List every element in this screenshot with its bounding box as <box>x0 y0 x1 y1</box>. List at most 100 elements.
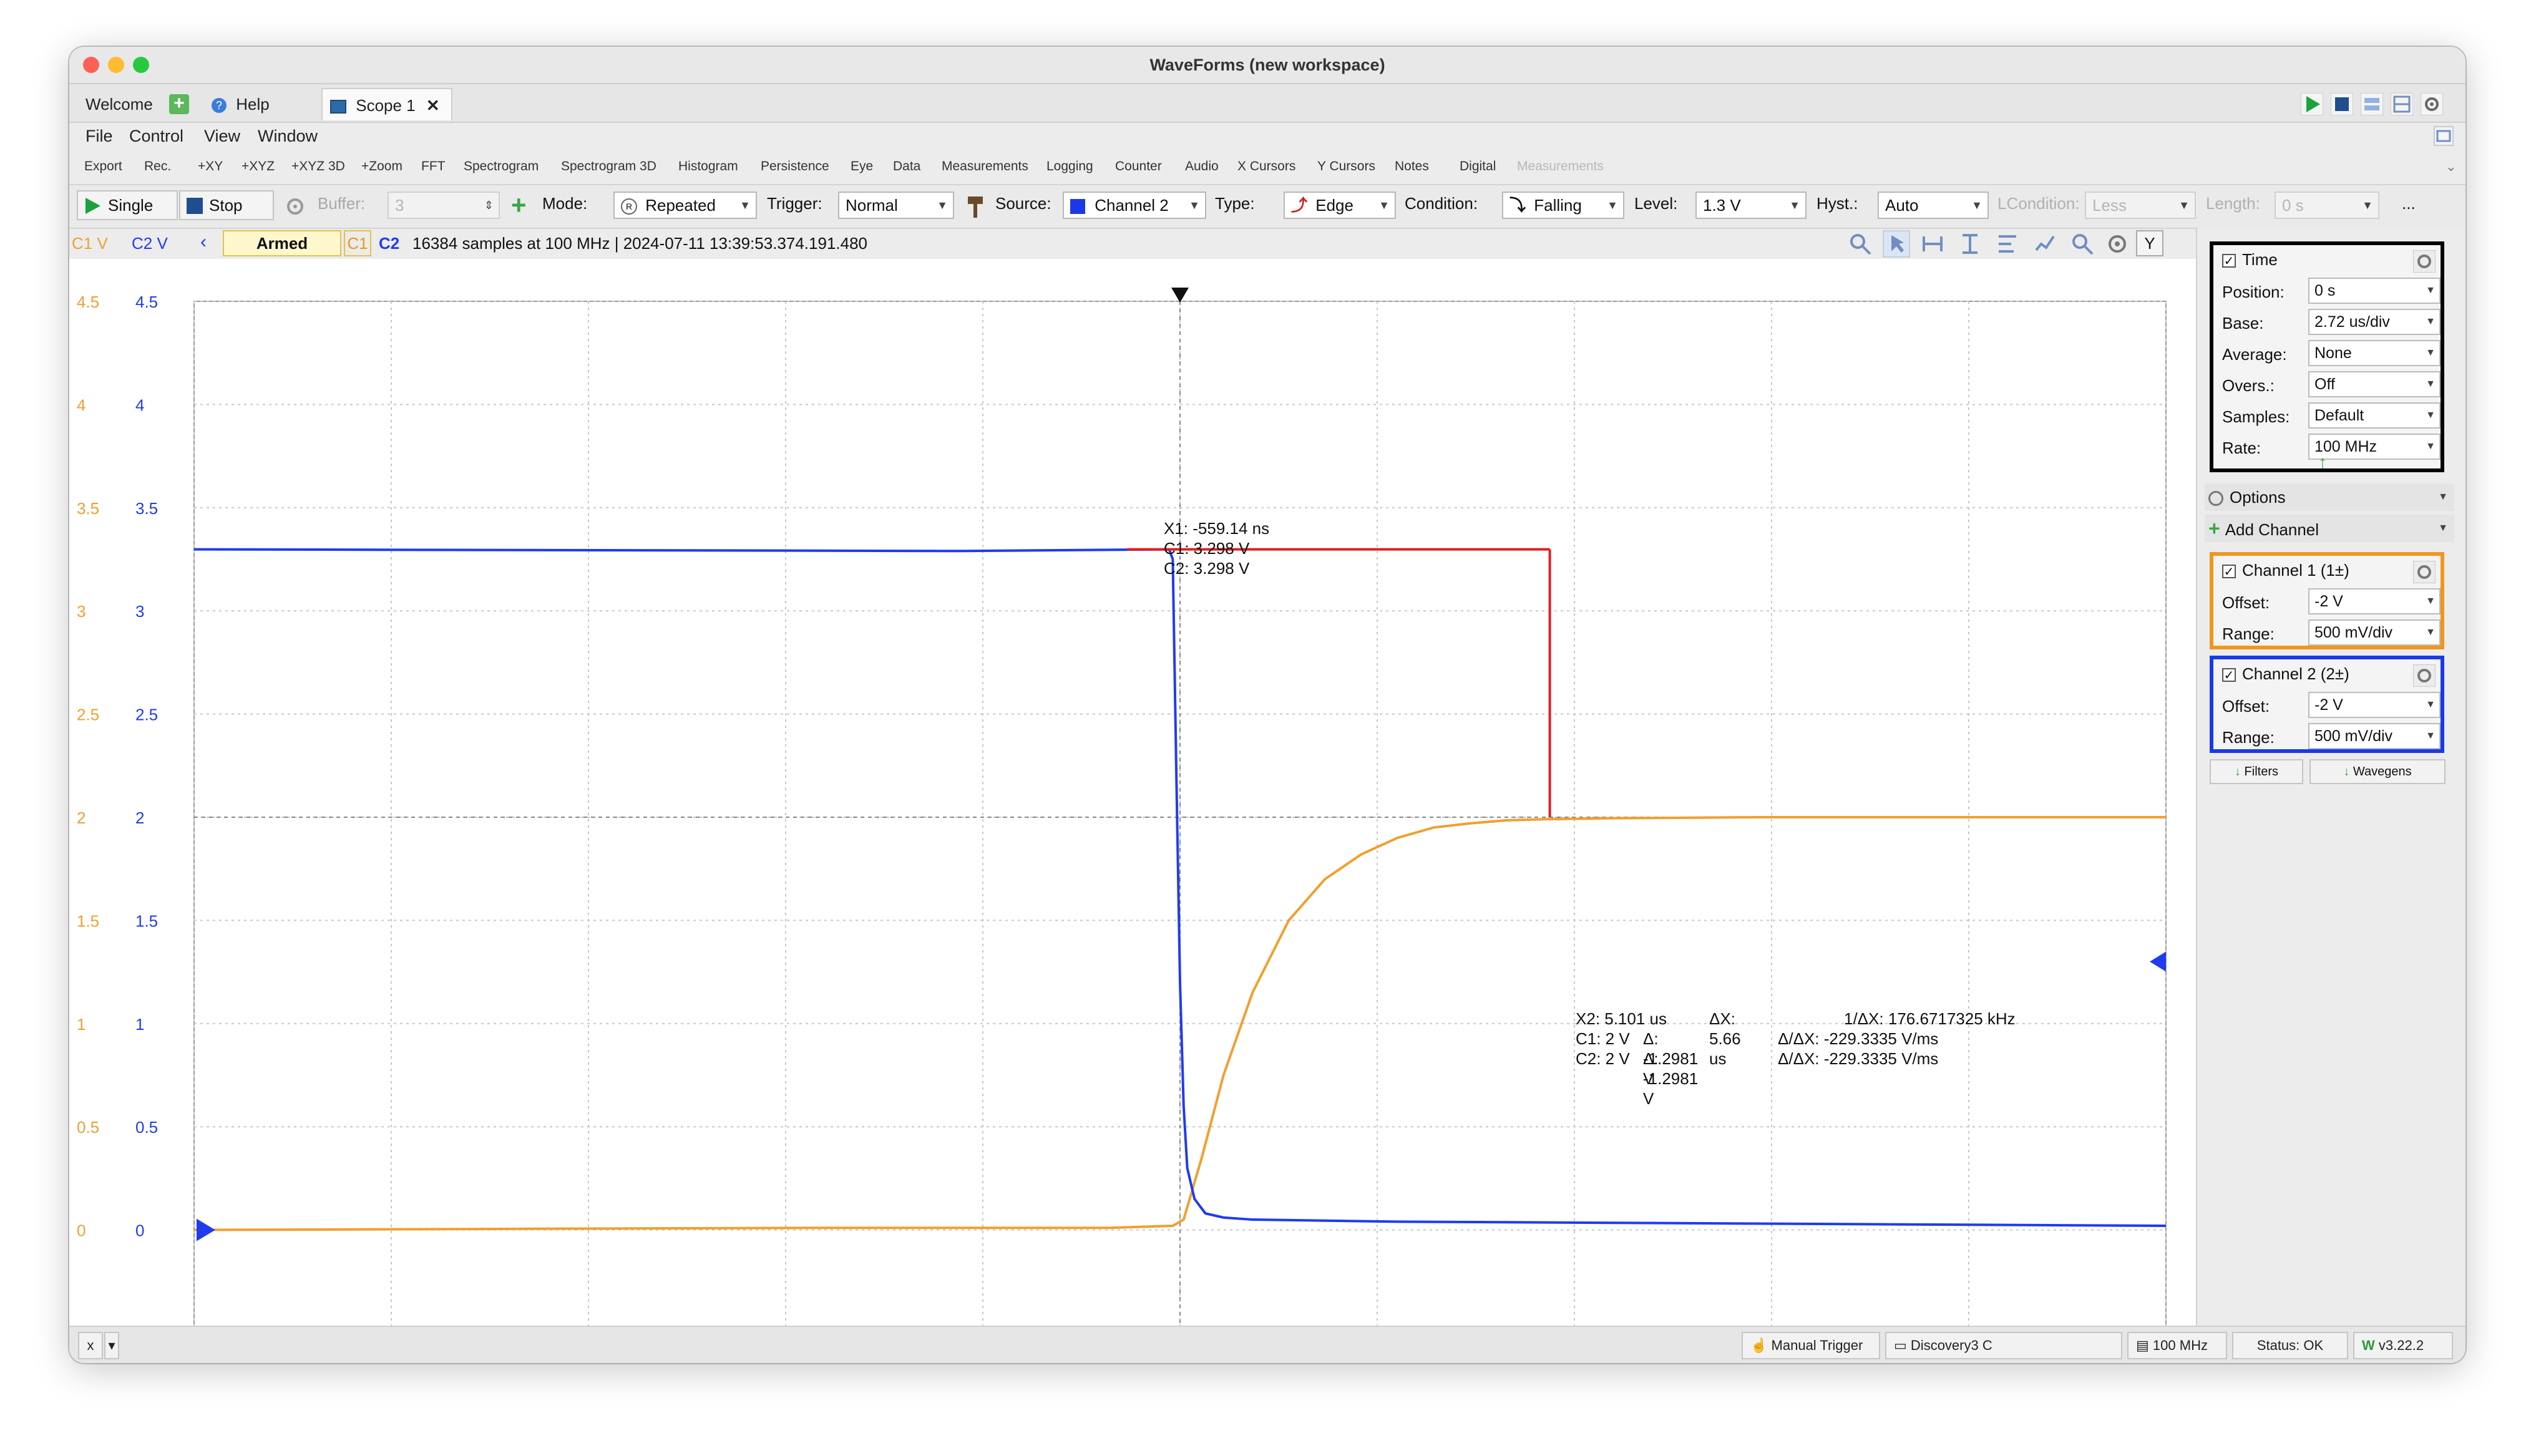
filters-button[interactable]: ↓ Filters <box>2210 759 2303 784</box>
c2-y-tick-label: 1.5 <box>135 911 158 930</box>
tool-notes[interactable]: Notes <box>1395 159 1429 174</box>
wavegens-button[interactable]: ↓ Wavegens <box>2309 759 2446 784</box>
tab-welcome[interactable]: Welcome + <box>78 88 198 120</box>
trigger-hammer-icon[interactable] <box>964 194 987 219</box>
pointer-tool-icon[interactable] <box>1883 230 1910 258</box>
channel-2-gear-icon[interactable] <box>2413 664 2436 687</box>
level-dropdown[interactable]: 1.3 V ▼ <box>1695 192 1807 219</box>
time-title: Time <box>2242 250 2278 269</box>
buffer-stepper-icon[interactable]: ⇕ <box>484 193 494 218</box>
tool-digital[interactable]: Digital <box>1460 159 1496 174</box>
tool-xy[interactable]: +XY <box>198 159 223 174</box>
channel-1-checkbox[interactable]: ✓ <box>2222 565 2236 579</box>
collapse-up-arrow-icon[interactable]: ↑ <box>2318 452 2327 472</box>
tool-y-cursors[interactable]: Y Cursors <box>1317 159 1375 174</box>
settings-gear-icon[interactable] <box>2420 92 2444 116</box>
source-label: Source: <box>995 194 1051 213</box>
tool-fft[interactable]: FFT <box>421 159 445 174</box>
menu-control[interactable]: Control <box>129 127 183 146</box>
samples-field[interactable]: Default ▼ <box>2308 402 2441 429</box>
single-button[interactable]: Single <box>77 190 178 220</box>
ch2-range-field[interactable]: 500 mV/div ▼ <box>2308 723 2441 749</box>
plot-settings-icon[interactable] <box>2105 231 2130 256</box>
status-indicator[interactable]: Status: OK <box>2232 1332 2348 1359</box>
channel-1-gear-icon[interactable] <box>2413 561 2436 583</box>
version-button[interactable]: W v3.22.2 <box>2353 1332 2453 1359</box>
tool-persistence[interactable]: Persistence <box>761 159 829 174</box>
tool-export[interactable]: Export <box>84 159 122 174</box>
trigger-dropdown[interactable]: Normal ▼ <box>838 192 954 219</box>
ch2-offset-field[interactable]: -2 V ▼ <box>2308 692 2441 718</box>
y-axis-button[interactable]: Y <box>2136 230 2163 256</box>
horizontal-zoom-icon[interactable] <box>1920 231 1945 256</box>
tool-zoom[interactable]: +Zoom <box>361 159 402 174</box>
position-field[interactable]: 0 s ▼ <box>2308 278 2441 304</box>
vertical-zoom-icon[interactable] <box>1958 231 1982 256</box>
tool-x-cursors[interactable]: X Cursors <box>1237 159 1295 174</box>
align-left-icon[interactable] <box>1995 231 2020 256</box>
stop-button[interactable]: Stop <box>179 190 274 220</box>
clock-rate-button[interactable]: ▤ 100 MHz <box>2127 1332 2227 1359</box>
buffer-input[interactable]: 3 ⇕ <box>388 192 500 219</box>
x-axis-dropdown-icon[interactable]: ▾ <box>104 1332 119 1359</box>
menu-file[interactable]: File <box>85 127 113 146</box>
tool-xyz-3d[interactable]: +XYZ 3D <box>291 159 345 174</box>
plot-svg[interactable]: -13.6 us-10.88 us-8.16 us-5.44 us-2.72 u… <box>69 259 2211 1363</box>
zoom-in-icon[interactable] <box>2070 231 2095 256</box>
tool-histogram[interactable]: Histogram <box>678 159 738 174</box>
collapse-left-icon[interactable]: ‹ <box>200 231 207 253</box>
tool-measurements[interactable]: Measurements <box>942 159 1028 174</box>
close-tab-icon[interactable]: ✕ <box>426 96 440 115</box>
tool-record[interactable]: Rec. <box>144 159 171 174</box>
tool-xyz[interactable]: +XYZ <box>241 159 275 174</box>
tool-counter[interactable]: Counter <box>1115 159 1162 174</box>
overs-field[interactable]: Off ▼ <box>2308 371 2441 397</box>
ch1-range-field[interactable]: 500 mV/div ▼ <box>2308 619 2441 646</box>
c1-badge[interactable]: C1 <box>344 230 371 256</box>
trigger-position-marker[interactable] <box>1171 288 1189 303</box>
add-icon[interactable]: + <box>511 192 534 219</box>
rate-field[interactable]: 100 MHz ▼ <box>2308 434 2441 460</box>
window-split-icon[interactable] <box>2390 92 2414 116</box>
toolstrip-overflow-icon[interactable]: ⌄ <box>2446 159 2457 175</box>
options-row[interactable]: Options ▼ <box>2205 483 2454 511</box>
time-settings-gear-icon[interactable] <box>2413 250 2436 273</box>
ch1-offset-field[interactable]: -2 V ▼ <box>2308 588 2441 614</box>
channel-2-checkbox[interactable]: ✓ <box>2222 668 2236 682</box>
buffer-settings-icon[interactable] <box>284 195 306 218</box>
fit-icon[interactable] <box>2032 231 2057 256</box>
device-button[interactable]: ▭ Discovery3 C SN:210415BAFFE9 <box>1885 1332 2122 1363</box>
menu-window[interactable]: Window <box>258 127 318 146</box>
tool-spectrogram-3d[interactable]: Spectrogram 3D <box>561 159 656 174</box>
add-channel-row[interactable]: + Add Channel ▼ <box>2205 515 2454 542</box>
base-field[interactable]: 2.72 us/div ▼ <box>2308 309 2441 335</box>
length-dropdown[interactable]: 0 s ▼ <box>2275 192 2379 219</box>
panel-toggle-icon[interactable] <box>2433 125 2454 147</box>
tool-logging[interactable]: Logging <box>1046 159 1093 174</box>
oscilloscope-plot[interactable]: -13.6 us-10.88 us-8.16 us-5.44 us-2.72 u… <box>69 259 2211 1363</box>
window-layout-icon[interactable] <box>2360 92 2384 116</box>
more-options-button[interactable]: ... <box>2402 194 2416 213</box>
tool-data[interactable]: Data <box>893 159 920 174</box>
tab-scope-1[interactable]: Scope 1 ✕ <box>321 88 452 120</box>
menu-view[interactable]: View <box>204 127 240 146</box>
zoom-search-icon[interactable] <box>1848 231 1873 256</box>
hyst-dropdown[interactable]: Auto ▼ <box>1878 192 1989 219</box>
mode-dropdown[interactable]: R Repeated ▼ <box>613 192 757 219</box>
run-play-icon[interactable] <box>2300 92 2324 116</box>
tool-audio[interactable]: Audio <box>1185 159 1219 174</box>
run-stop-icon[interactable] <box>2330 92 2354 116</box>
tab-help[interactable]: ? Help <box>204 88 298 120</box>
x-axis-selector[interactable]: x <box>78 1332 103 1359</box>
condition-dropdown[interactable]: ⤵ Falling ▼ <box>1502 192 1624 219</box>
c2-badge[interactable]: C2 <box>379 234 399 253</box>
type-dropdown[interactable]: ⤴ Edge ▼ <box>1284 192 1396 219</box>
time-checkbox[interactable]: ✓ <box>2222 254 2236 268</box>
ch1-offset-value: -2 V <box>2314 593 2343 610</box>
average-field[interactable]: None ▼ <box>2308 340 2441 366</box>
tool-spectrogram[interactable]: Spectrogram <box>464 159 539 174</box>
source-dropdown[interactable]: Channel 2 ▼ <box>1063 192 1206 219</box>
lcondition-dropdown[interactable]: Less ▼ <box>2085 192 2196 219</box>
tool-eye[interactable]: Eye <box>851 159 873 174</box>
manual-trigger-button[interactable]: ☝ Manual Trigger <box>1742 1332 1880 1359</box>
